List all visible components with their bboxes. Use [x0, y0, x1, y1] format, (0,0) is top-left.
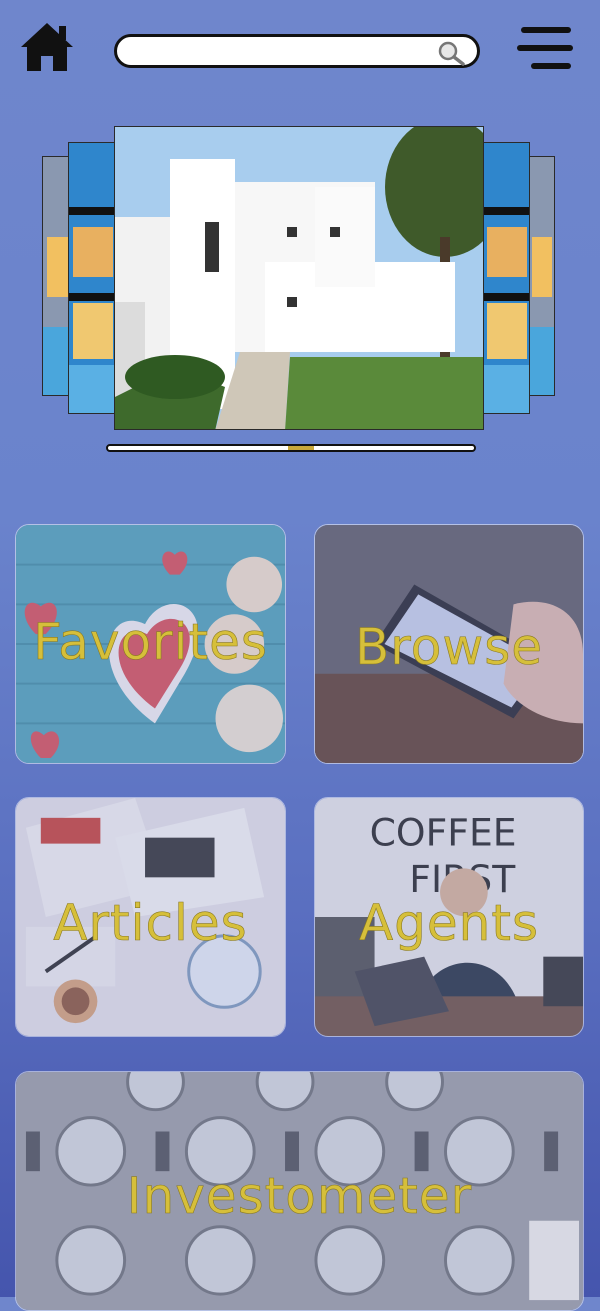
- house-photo: [115, 127, 483, 429]
- articles-tile[interactable]: Articles: [15, 797, 286, 1037]
- search-input[interactable]: [131, 41, 435, 65]
- agents-tile[interactable]: COFFEE FIRST Agents: [314, 797, 584, 1037]
- browse-label: Browse: [354, 618, 544, 677]
- menu-button[interactable]: [516, 22, 574, 74]
- carousel-slide-near-right[interactable]: [482, 142, 530, 414]
- investometer-tile[interactable]: Investometer: [15, 1071, 584, 1311]
- carousel-indicator-thumb[interactable]: [288, 446, 314, 450]
- top-bar: [0, 0, 600, 110]
- articles-label: Articles: [53, 894, 248, 953]
- home-icon: [21, 23, 73, 71]
- carousel-slide-active[interactable]: [114, 126, 484, 430]
- search-bar[interactable]: [114, 34, 480, 68]
- property-carousel[interactable]: [0, 118, 600, 438]
- browse-tile[interactable]: Browse: [314, 524, 584, 764]
- favorites-tile[interactable]: Favorites: [15, 524, 286, 764]
- hamburger-menu-icon: [517, 27, 573, 69]
- investometer-label: Investometer: [126, 1167, 473, 1226]
- magnifier-icon[interactable]: [437, 40, 465, 66]
- carousel-slide-near-left[interactable]: [68, 142, 116, 414]
- agents-label: Agents: [358, 894, 540, 953]
- favorites-label: Favorites: [33, 613, 268, 672]
- home-button[interactable]: [18, 20, 76, 74]
- carousel-slide-far-right[interactable]: [527, 156, 555, 396]
- carousel-indicator[interactable]: [106, 444, 476, 452]
